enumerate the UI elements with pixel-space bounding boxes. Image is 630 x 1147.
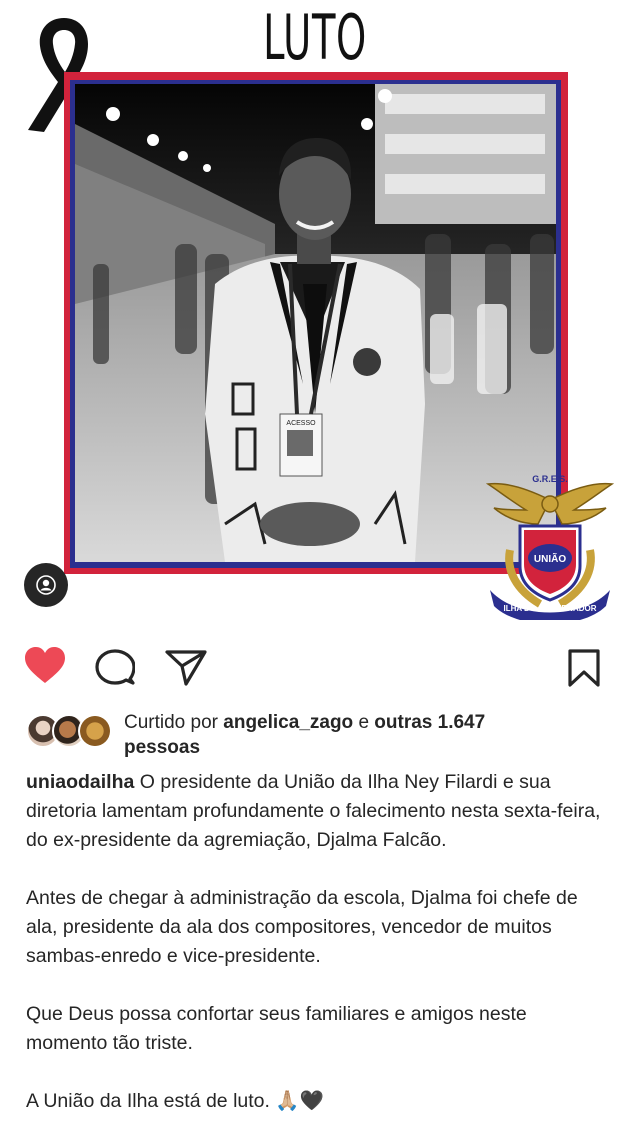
post-image[interactable]: LUTO ACESSO G.R.E.S. UNIÃO ILHA DO GOVER…	[0, 0, 630, 630]
likes-others-count[interactable]: outras 1.647	[374, 712, 485, 733]
mourning-title: LUTO	[263, 1, 367, 74]
emblem-ring-text: ILHA DO GOVERNADOR	[503, 604, 596, 613]
share-button[interactable]	[164, 649, 208, 692]
caption-paragraph: A União da Ilha está de luto. 🙏🏼🖤	[26, 1090, 324, 1112]
save-button[interactable]	[567, 648, 601, 693]
heart-icon	[25, 647, 65, 683]
person-icon	[36, 575, 56, 595]
caption-paragraph: Antes de chegar à administração da escol…	[26, 887, 578, 967]
likes-suffix[interactable]: pessoas	[124, 737, 200, 758]
caption-paragraph: Que Deus possa confortar seus familiares…	[26, 1003, 527, 1054]
memorial-photo: ACESSO	[75, 84, 556, 562]
liker-avatars	[26, 714, 116, 750]
bookmark-icon	[568, 649, 600, 687]
likes-connector: e	[353, 712, 375, 733]
post-action-bar	[0, 646, 630, 694]
comment-button[interactable]	[95, 649, 136, 692]
post-caption: uniaodailha O presidente da União da Ilh…	[26, 768, 611, 1116]
likes-text: Curtido por angelica_zago e outras 1.647…	[124, 710, 604, 760]
emblem-center-text: UNIÃO	[534, 552, 566, 565]
send-icon	[165, 650, 207, 686]
like-button[interactable]	[24, 646, 66, 691]
tagged-users-button[interactable]	[24, 563, 68, 607]
caption-username[interactable]: uniaodailha	[26, 771, 134, 793]
credential-badge-label: ACESSO	[286, 420, 316, 427]
caption-paragraph: uniaodailha O presidente da União da Ilh…	[26, 768, 611, 855]
comment-icon	[95, 649, 136, 685]
emblem-top-text: G.R.E.S.	[532, 474, 568, 484]
gres-uniao-emblem: G.R.E.S. UNIÃO ILHA DO GOVERNADOR	[486, 474, 614, 620]
likes-prefix: Curtido por	[124, 712, 224, 733]
liker-username[interactable]: angelica_zago	[223, 712, 353, 733]
avatar	[78, 714, 112, 748]
